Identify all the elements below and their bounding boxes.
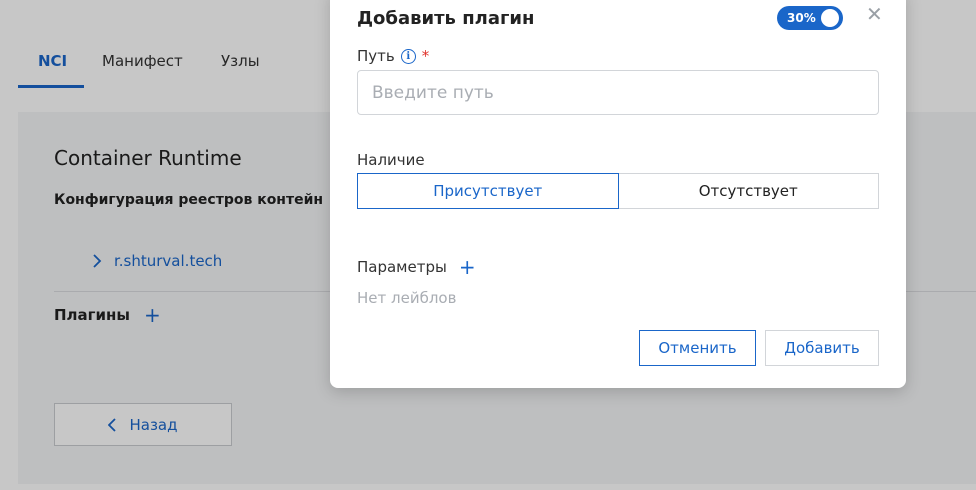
path-label-row: Путь i * xyxy=(357,47,429,65)
path-label: Путь xyxy=(357,47,395,65)
params-empty-text: Нет лейблов xyxy=(357,289,457,307)
close-icon[interactable]: ✕ xyxy=(866,4,883,24)
toggle-knob xyxy=(821,9,839,27)
add-plugin-modal: Добавить плагин 30% ✕ Путь i * Наличие П… xyxy=(330,0,906,388)
toggle-label: 30% xyxy=(787,11,816,25)
availability-segmented: Присутствует Отсутствует xyxy=(357,173,879,209)
availability-absent-option[interactable]: Отсутствует xyxy=(618,173,879,209)
availability-label: Наличие xyxy=(357,151,425,169)
params-label-row: Параметры + xyxy=(357,257,476,277)
availability-present-option[interactable]: Присутствует xyxy=(357,173,619,209)
params-label: Параметры xyxy=(357,258,447,276)
zoom-toggle[interactable]: 30% xyxy=(777,6,843,30)
info-icon[interactable]: i xyxy=(400,48,416,64)
path-input[interactable] xyxy=(357,70,879,115)
add-button[interactable]: Добавить xyxy=(765,330,879,366)
modal-title: Добавить плагин xyxy=(357,8,535,29)
add-param-plus-icon[interactable]: + xyxy=(459,257,476,277)
required-mark: * xyxy=(421,47,430,65)
cancel-button[interactable]: Отменить xyxy=(639,330,756,366)
